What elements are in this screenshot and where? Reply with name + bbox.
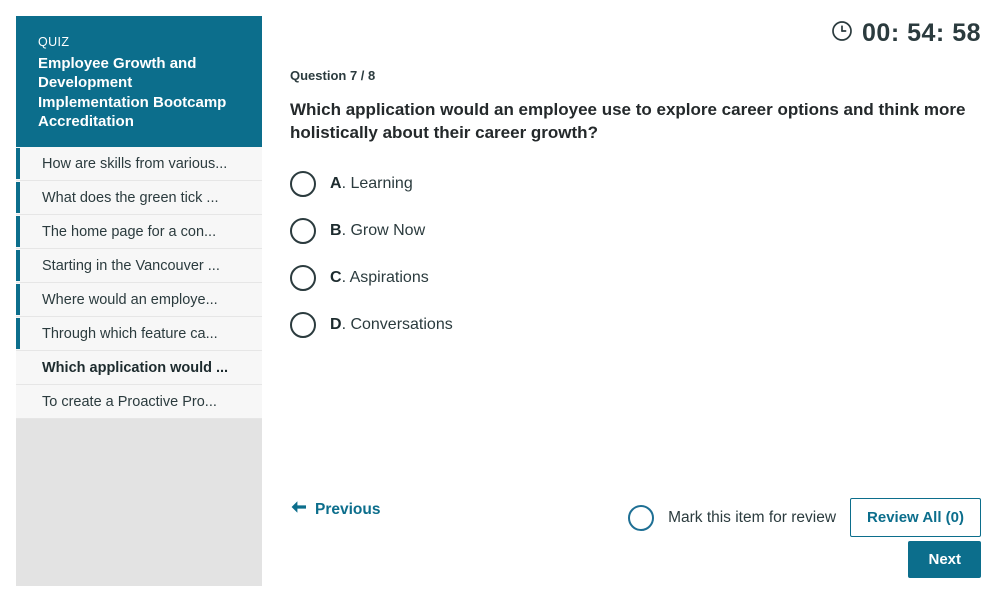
question-nav-item[interactable]: Which application would ... [16,351,262,385]
question-nav-label: The home page for a con... [42,223,217,240]
review-all-button[interactable]: Review All (0) [850,498,981,537]
question-nav-label: Through which feature ca... [42,325,218,342]
quiz-header: QUIZ Employee Growth and Development Imp… [16,16,262,147]
timer-value: 00: 54: 58 [862,19,981,47]
answer-options: A. Learning B. Grow Now C. Aspirations D. C… [290,160,890,348]
answer-option[interactable]: B. Grow Now [290,207,890,254]
question-nav-label: How are skills from various... [42,155,228,172]
answer-option-label: A. Learning [330,174,413,193]
question-nav-item[interactable]: The home page for a con... [16,215,262,249]
answer-option[interactable]: D. Conversations [290,301,890,348]
quiz-timer: 00: 54: 58 [831,20,981,47]
answer-option-letter: B [330,221,342,239]
question-counter: Question 7 / 8 [290,68,376,83]
question-nav-label: Where would an employe... [42,291,218,308]
answer-option-letter: D [330,315,342,333]
answer-option-label: C. Aspirations [330,268,429,287]
question-nav-label: Starting in the Vancouver ... [42,257,220,274]
question-nav-item[interactable]: Starting in the Vancouver ... [16,249,262,283]
answer-option-text: Grow Now [350,221,426,239]
arrow-left-icon [290,500,307,519]
answer-option-letter: A [330,174,342,192]
question-text: Which application would an employee use … [290,100,966,143]
answer-option[interactable]: C. Aspirations [290,254,890,301]
next-button[interactable]: Next [908,541,981,578]
quiz-main: 00: 54: 58 Question 7 / 8 Which applicat… [262,0,1005,608]
answer-option-text: Aspirations [349,268,429,286]
question-nav-item[interactable]: Where would an employe... [16,283,262,317]
question-nav-list: How are skills from various... What does … [16,147,262,419]
answer-radio[interactable] [290,217,316,244]
answer-option-label: D. Conversations [330,315,453,334]
question-nav-item[interactable]: What does the green tick ... [16,181,262,215]
answer-option-letter: C [330,268,342,286]
question-nav-item[interactable]: Through which feature ca... [16,317,262,351]
answer-option-text: Learning [350,174,413,192]
quiz-page: QUIZ Employee Growth and Development Imp… [0,0,1005,608]
previous-button[interactable]: Previous [290,500,380,519]
answer-option-separator: . [341,268,350,286]
mark-for-review-label[interactable]: Mark this item for review [668,509,836,527]
answer-radio[interactable] [290,311,316,338]
review-controls: Mark this item for review Review All (0) [628,498,981,537]
question-nav-item[interactable]: To create a Proactive Pro... [16,385,262,419]
question-nav-label: Which application would ... [42,359,229,376]
quiz-sidebar: QUIZ Employee Growth and Development Imp… [16,16,262,586]
answer-option-label: B. Grow Now [330,221,425,240]
sidebar-filler [16,419,262,586]
question-nav-item[interactable]: How are skills from various... [16,147,262,181]
question-nav-label: What does the green tick ... [42,189,219,206]
question-nav-label: To create a Proactive Pro... [42,393,217,410]
quiz-kicker: QUIZ [38,35,70,49]
previous-label: Previous [315,500,381,518]
answer-option-text: Conversations [350,315,453,333]
answer-radio[interactable] [290,170,316,197]
answer-radio[interactable] [290,264,316,291]
clock-icon [831,20,853,47]
mark-for-review-radio[interactable] [628,504,655,531]
quiz-title: Employee Growth and Development Implemen… [38,55,227,130]
answer-option[interactable]: A. Learning [290,160,890,207]
